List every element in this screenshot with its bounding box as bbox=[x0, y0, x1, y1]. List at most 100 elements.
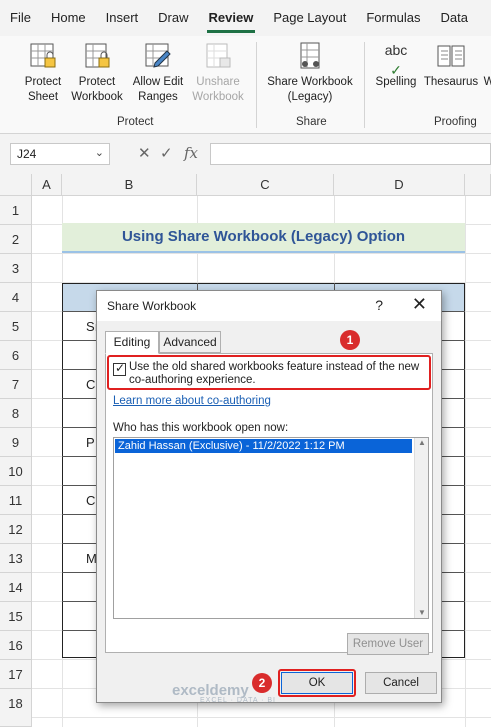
co-authoring-link[interactable]: Learn more about co-authoring bbox=[113, 395, 271, 407]
column-header-c[interactable]: C bbox=[197, 174, 334, 196]
unshare-label-2: Workbook bbox=[192, 91, 244, 103]
step-badge-1: 1 bbox=[340, 330, 360, 350]
menu-bar: File Home Insert Draw Review Page Layout… bbox=[0, 0, 491, 36]
share-workbook-dialog: Share Workbook ? ✕ Editing Advanced ✓ Us… bbox=[96, 290, 442, 703]
row-header-14[interactable]: 14 bbox=[0, 573, 32, 602]
column-header-d[interactable]: D bbox=[334, 174, 465, 196]
group-label-protect: Protect bbox=[117, 116, 154, 128]
remove-user-button[interactable]: Remove User bbox=[347, 633, 429, 655]
tab-editing[interactable]: Editing bbox=[105, 331, 159, 354]
row-header-2[interactable]: 2 bbox=[0, 225, 32, 254]
unshare-workbook-icon bbox=[206, 43, 231, 68]
ribbon: Protect Sheet Protect Workbook Allow Edi… bbox=[0, 36, 491, 134]
protect-workbook-label-2: Workbook bbox=[71, 91, 123, 103]
row-header-3[interactable]: 3 bbox=[0, 254, 32, 283]
cancel-entry-icon[interactable]: ✕ bbox=[138, 144, 151, 162]
cancel-button[interactable]: Cancel bbox=[365, 672, 437, 694]
row-header-13[interactable]: 13 bbox=[0, 544, 32, 573]
spelling-icon-text: abc bbox=[384, 42, 408, 58]
menu-home[interactable]: Home bbox=[41, 0, 96, 36]
formula-bar: J24 ⌄ ✕ ✓ fx bbox=[0, 134, 491, 174]
listbox-scrollbar[interactable]: ▲ ▼ bbox=[414, 438, 428, 618]
dialog-title: Share Workbook bbox=[107, 299, 197, 313]
protect-sheet-label-1: Protect bbox=[24, 76, 62, 88]
protect-sheet-icon bbox=[30, 43, 56, 68]
column-header-a[interactable]: A bbox=[32, 174, 62, 196]
word-count-button-partial[interactable]: W bbox=[482, 40, 491, 90]
highlight-box-checkbox bbox=[107, 355, 431, 390]
dialog-title-bar: Share Workbook ? ✕ bbox=[97, 291, 441, 321]
close-icon[interactable]: ✕ bbox=[412, 294, 427, 315]
share-workbook-icon bbox=[300, 42, 320, 69]
spelling-button[interactable]: abc ✓ Spelling bbox=[370, 40, 422, 90]
row-header-17[interactable]: 17 bbox=[0, 660, 32, 689]
row-header-11[interactable]: 11 bbox=[0, 486, 32, 515]
menu-review[interactable]: Review bbox=[199, 0, 264, 36]
column-header-partial[interactable] bbox=[465, 174, 491, 196]
word-count-icon bbox=[483, 40, 491, 72]
protect-sheet-button[interactable]: Protect Sheet bbox=[18, 40, 68, 105]
row-gridline bbox=[32, 717, 491, 718]
scroll-up-icon[interactable]: ▲ bbox=[418, 438, 426, 447]
row-header-16[interactable]: 16 bbox=[0, 631, 32, 660]
menu-draw[interactable]: Draw bbox=[148, 0, 198, 36]
insert-function-icon[interactable]: fx bbox=[184, 144, 198, 162]
scroll-down-icon[interactable]: ▼ bbox=[418, 608, 426, 617]
share-workbook-legacy-button[interactable]: Share Workbook (Legacy) bbox=[262, 40, 358, 105]
tab-advanced[interactable]: Advanced bbox=[159, 331, 221, 353]
row-header-7[interactable]: 7 bbox=[0, 370, 32, 399]
menu-formulas[interactable]: Formulas bbox=[356, 0, 430, 36]
group-separator bbox=[256, 42, 257, 128]
group-label-proofing: Proofing bbox=[434, 116, 477, 128]
formula-controls: ✕ ✓ fx bbox=[128, 143, 206, 165]
allow-edit-ranges-button[interactable]: Allow Edit Ranges bbox=[128, 40, 188, 105]
highlight-box-ok bbox=[278, 669, 356, 697]
cell-text-fragment[interactable]: C bbox=[86, 493, 95, 508]
row-header-1[interactable]: 1 bbox=[0, 196, 32, 225]
protect-workbook-button[interactable]: Protect Workbook bbox=[68, 40, 126, 105]
cell-text-fragment[interactable]: P bbox=[86, 435, 95, 450]
row-header-9[interactable]: 9 bbox=[0, 428, 32, 457]
share-legacy-label-1: Share Workbook bbox=[267, 76, 353, 88]
cell-text-fragment[interactable]: C bbox=[86, 377, 95, 392]
allow-edit-label-2: Ranges bbox=[138, 91, 178, 103]
thesaurus-button[interactable]: Thesaurus bbox=[422, 40, 480, 90]
menu-page-layout[interactable]: Page Layout bbox=[263, 0, 356, 36]
row-header-12[interactable]: 12 bbox=[0, 515, 32, 544]
menu-data[interactable]: Data bbox=[431, 0, 478, 36]
protect-workbook-icon bbox=[85, 43, 110, 68]
row-header-5[interactable]: 5 bbox=[0, 312, 32, 341]
select-all-corner[interactable] bbox=[0, 174, 32, 196]
users-listbox[interactable]: Zahid Hassan (Exclusive) - 11/2/2022 1:1… bbox=[113, 437, 429, 619]
unshare-workbook-button[interactable]: Unshare Workbook bbox=[188, 40, 248, 105]
who-has-open-label: Who has this workbook open now: bbox=[113, 422, 289, 434]
list-item[interactable]: Zahid Hassan (Exclusive) - 11/2/2022 1:1… bbox=[115, 439, 412, 453]
protect-workbook-label-1: Protect bbox=[78, 76, 116, 88]
row-header-15[interactable]: 15 bbox=[0, 602, 32, 631]
sheet-title[interactable]: Using Share Workbook (Legacy) Option bbox=[62, 223, 465, 253]
menu-insert[interactable]: Insert bbox=[96, 0, 149, 36]
name-box[interactable]: J24 ⌄ bbox=[10, 143, 110, 165]
group-label-share: Share bbox=[296, 116, 327, 128]
row-header-4[interactable]: 4 bbox=[0, 283, 32, 312]
thesaurus-label: Thesaurus bbox=[423, 76, 479, 88]
confirm-entry-icon[interactable]: ✓ bbox=[160, 144, 173, 162]
row-header-8[interactable]: 8 bbox=[0, 399, 32, 428]
watermark-tagline: EXCEL · DATA · BI bbox=[200, 697, 276, 704]
row-header-10[interactable]: 10 bbox=[0, 457, 32, 486]
spelling-icon: abc ✓ bbox=[384, 42, 408, 78]
thesaurus-icon bbox=[437, 45, 465, 67]
group-separator bbox=[364, 42, 365, 128]
word-count-label: W bbox=[483, 76, 491, 88]
allow-edit-label-1: Allow Edit bbox=[132, 76, 184, 88]
protect-sheet-label-2: Sheet bbox=[27, 91, 59, 103]
chevron-down-icon[interactable]: ⌄ bbox=[95, 146, 104, 159]
menu-file[interactable]: File bbox=[0, 0, 41, 36]
formula-input[interactable] bbox=[210, 143, 491, 165]
name-box-value: J24 bbox=[17, 147, 37, 161]
spelling-label: Spelling bbox=[375, 76, 417, 88]
help-icon[interactable]: ? bbox=[375, 297, 383, 313]
column-header-b[interactable]: B bbox=[62, 174, 197, 196]
row-header-18[interactable]: 18 bbox=[0, 689, 32, 727]
row-header-6[interactable]: 6 bbox=[0, 341, 32, 370]
